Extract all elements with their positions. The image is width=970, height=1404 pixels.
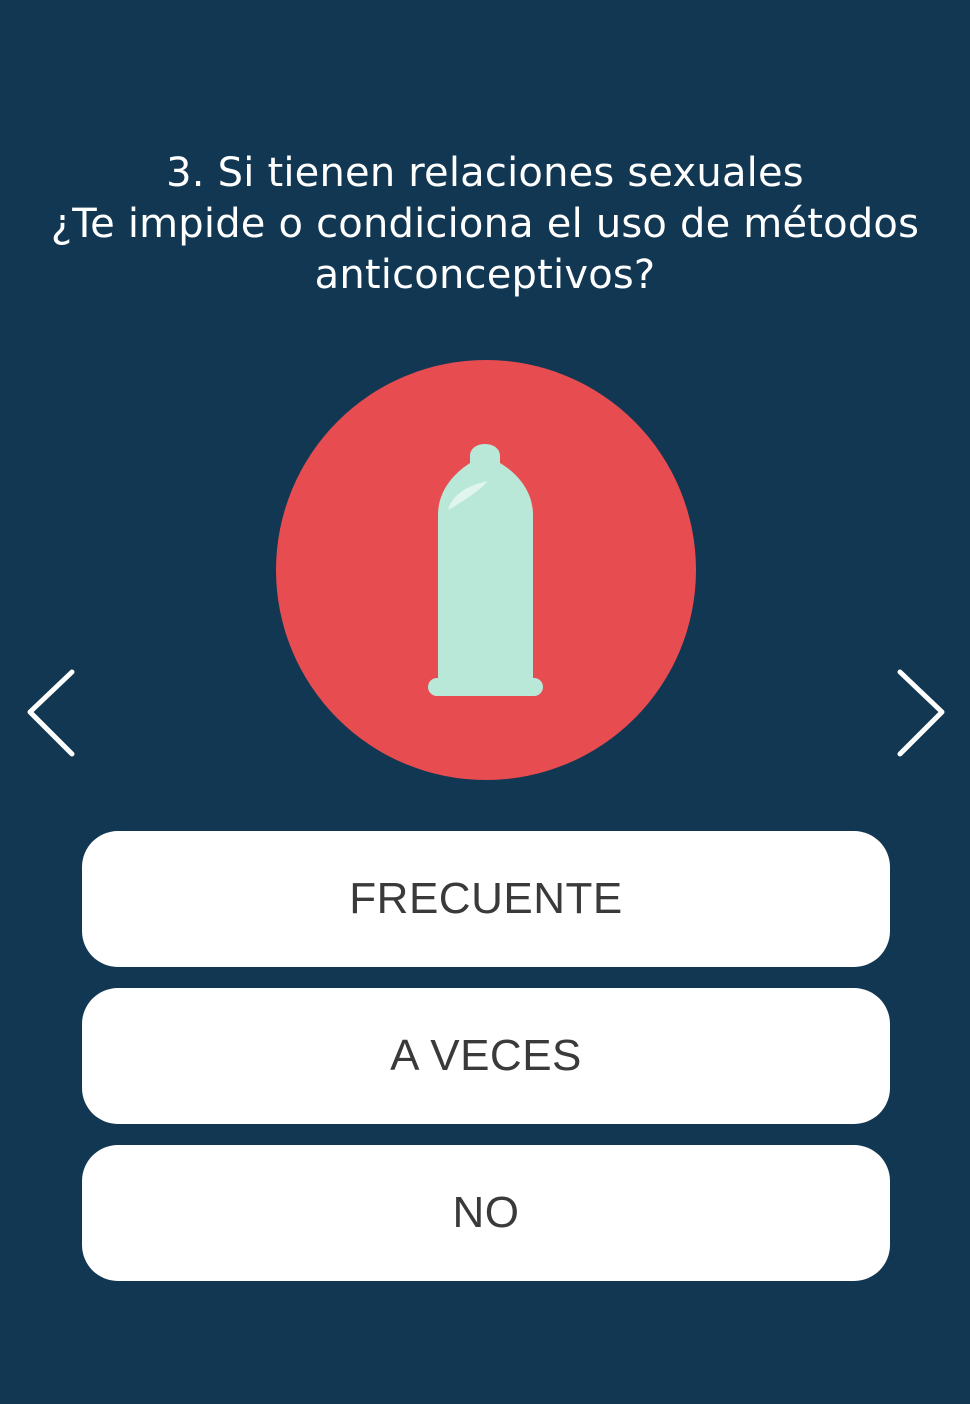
- question-line-3: anticonceptivos?: [314, 252, 656, 298]
- answer-options: FRECUENTE A VECES NO: [82, 831, 890, 1302]
- question-line-2: ¿Te impide o condiciona el uso de método…: [50, 201, 920, 247]
- chevron-right-icon[interactable]: [890, 662, 950, 762]
- option-no-button[interactable]: NO: [82, 1145, 890, 1281]
- option-frecuente-button[interactable]: FRECUENTE: [82, 831, 890, 967]
- option-a-veces-button[interactable]: A VECES: [82, 988, 890, 1124]
- question-line-1: 3. Si tienen relaciones sexuales: [166, 150, 804, 196]
- chevron-left-icon[interactable]: [20, 662, 80, 762]
- question-text: 3. Si tienen relaciones sexuales ¿Te imp…: [20, 148, 950, 301]
- condom-illustration: [276, 360, 696, 780]
- quiz-screen: 3. Si tienen relaciones sexuales ¿Te imp…: [0, 0, 970, 1404]
